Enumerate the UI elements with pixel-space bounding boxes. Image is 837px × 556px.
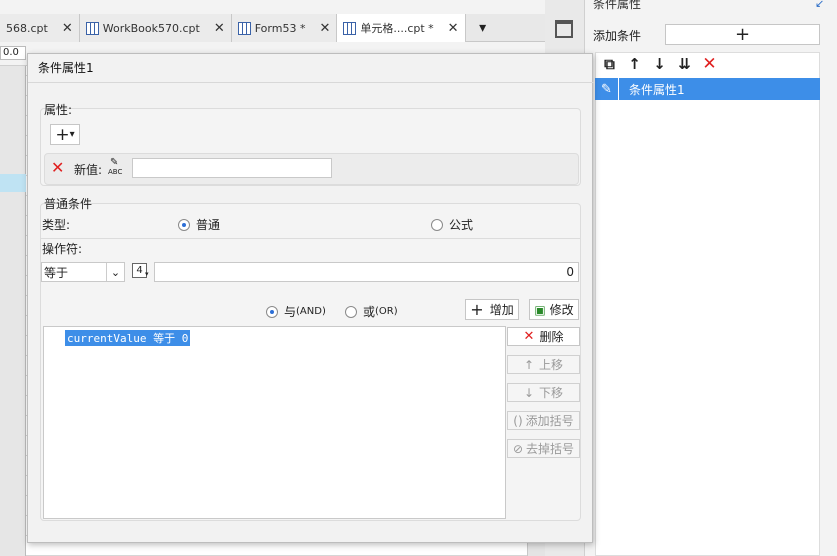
chevron-down-icon: ▾ <box>69 129 75 140</box>
workbook-icon <box>343 21 357 35</box>
delete-condition-button[interactable]: ✕ 删除 <box>507 327 580 346</box>
operator-select[interactable]: 等于 ⌄ <box>41 262 125 282</box>
workbook-icon <box>85 21 99 35</box>
condition-list <box>595 52 820 556</box>
formula-abc-icon[interactable]: ✎ ABC <box>108 157 130 179</box>
general-condition-label: 普通条件 <box>44 197 93 211</box>
row-header <box>0 66 26 556</box>
add-condition-label: 添加条件 <box>593 29 642 43</box>
form-icon <box>237 21 251 35</box>
parentheses-icon: () <box>513 413 523 428</box>
condition-attribute-dialog: 条件属性1 属性: + ▾ ✕ 新值: ✎ ABC 普通条件 类型: 普通 公式 … <box>27 53 594 543</box>
tab-label: 568.cpt <box>6 21 48 35</box>
plus-icon: + <box>55 124 70 145</box>
attribute-group-label: 属性: <box>44 103 73 117</box>
close-icon[interactable]: ✕ <box>448 21 459 36</box>
tab-form53[interactable]: Form53 * ✕ <box>231 14 338 42</box>
dialog-title: 条件属性1 <box>38 61 94 75</box>
divider <box>41 238 580 239</box>
close-icon[interactable]: ✕ <box>214 21 225 36</box>
selected-row-highlight <box>0 174 26 192</box>
condition-list-toolbar: ⧉ ↑ ↓ ⇊ ✕ <box>600 54 719 74</box>
chevron-down-icon: ▾ <box>145 270 149 278</box>
remove-parentheses-icon: ⊘ <box>512 441 524 456</box>
delete-icon: ✕ <box>523 329 535 344</box>
add-attribute-button[interactable]: + ▾ <box>50 124 80 145</box>
radio-unselected-icon <box>431 218 443 231</box>
close-icon[interactable]: ✕ <box>62 21 73 36</box>
type-label: 类型: <box>42 218 71 232</box>
tab-cell-cpt[interactable]: 单元格....cpt * ✕ <box>337 14 466 42</box>
arrow-up-icon[interactable]: ↑ <box>625 55 644 73</box>
radio-selected-icon <box>266 305 278 318</box>
arrow-down-icon: ↓ <box>523 385 535 400</box>
move-down-button[interactable]: ↓ 下移 <box>507 383 580 402</box>
radio-selected-icon <box>178 218 190 231</box>
plus-icon: + <box>470 300 484 319</box>
edit-pencil-icon: ✎ <box>595 78 619 100</box>
arrow-up-icon: ↑ <box>523 357 535 372</box>
layout-icon[interactable] <box>555 20 573 38</box>
copy-icon[interactable]: ⧉ <box>600 55 619 73</box>
radio-unselected-icon <box>345 305 357 318</box>
type-formula-radio[interactable]: 公式 <box>431 216 473 233</box>
delete-icon[interactable]: ✕ <box>700 54 719 74</box>
type-normal-radio[interactable]: 普通 <box>178 216 220 233</box>
new-value-label: 新值: <box>74 163 103 177</box>
move-bottom-icon[interactable]: ⇊ <box>675 55 694 73</box>
chevron-down-icon: ⌄ <box>106 263 124 281</box>
move-up-button[interactable]: ↑ 上移 <box>507 355 580 374</box>
modify-icon: ▣ <box>534 302 546 317</box>
operator-label: 操作符: <box>42 242 83 256</box>
document-tab-bar: 568.cpt ✕ WorkBook570.cpt ✕ Form53 * ✕ 单… <box>0 14 545 42</box>
add-condition-button[interactable]: + <box>665 24 820 45</box>
pin-icon[interactable]: ↙ <box>815 0 824 10</box>
add-condition-item-button[interactable]: + 增加 <box>465 299 519 320</box>
logic-and-radio[interactable]: 与 (AND) <box>266 303 326 320</box>
remove-attribute-icon[interactable]: ✕ <box>51 158 64 177</box>
tab-label: WorkBook570.cpt <box>102 21 200 35</box>
new-value-input[interactable] <box>132 158 332 178</box>
tab-workbook570[interactable]: WorkBook570.cpt ✕ <box>79 14 232 42</box>
condition-expression-item[interactable]: currentValue 等于 0 <box>65 330 191 346</box>
tab-label: Form53 * <box>254 21 306 35</box>
title-divider <box>28 82 594 83</box>
tab-menu-icon[interactable]: ▾ <box>466 14 500 41</box>
remove-parentheses-button[interactable]: ⊘ 去掉括号 <box>507 439 580 458</box>
panel-title: 条件属性 <box>593 0 642 11</box>
close-icon[interactable]: ✕ <box>319 21 330 36</box>
condition-expression-list[interactable]: currentValue 等于 0 <box>43 326 506 519</box>
top-toolbar-strip <box>0 0 545 14</box>
add-parentheses-button[interactable]: () 添加括号 <box>507 411 580 430</box>
condition-list-item[interactable]: ✎ 条件属性1 <box>595 78 820 100</box>
condition-item-label: 条件属性1 <box>629 82 685 97</box>
tab-568[interactable]: 568.cpt ✕ <box>0 14 80 42</box>
arrow-down-icon[interactable]: ↓ <box>650 55 669 73</box>
cell-reference: 0.0 <box>0 46 26 60</box>
operand-value-input[interactable]: 0 <box>154 262 579 282</box>
tab-label: 单元格....cpt * <box>360 22 434 35</box>
logic-or-radio[interactable]: 或 (OR) <box>345 303 398 320</box>
modify-condition-button[interactable]: ▣ 修改 <box>529 299 579 320</box>
